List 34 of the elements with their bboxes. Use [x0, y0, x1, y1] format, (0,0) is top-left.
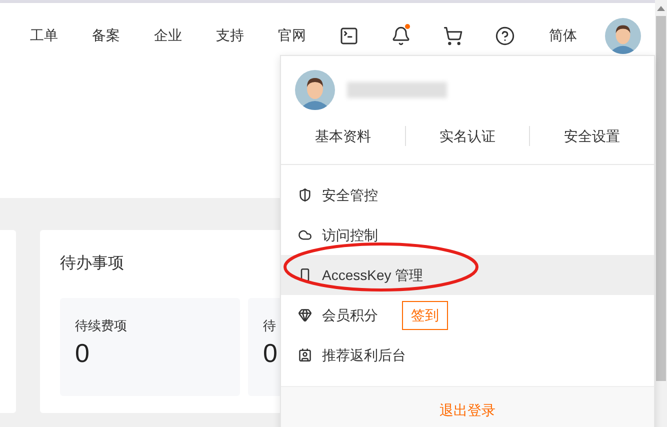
- menu-item[interactable]: AccessKey 管理: [281, 255, 654, 295]
- profile-tab[interactable]: 实名认证: [406, 126, 530, 146]
- menu-item-icon: [298, 228, 312, 242]
- menu-item-icon: [298, 348, 312, 362]
- menu-item-label: 安全管控: [322, 186, 378, 204]
- todo-tile[interactable]: 待续费项 0: [60, 298, 240, 396]
- profile-tab[interactable]: 基本资料: [281, 126, 405, 146]
- language-link[interactable]: 简体: [531, 25, 595, 46]
- card-title: 待办事项: [60, 254, 124, 274]
- tile-label: 待: [263, 317, 276, 335]
- scrollbar[interactable]: [655, 0, 667, 427]
- nav-link[interactable]: 官网: [261, 25, 323, 46]
- menu-item-icon: [298, 308, 312, 322]
- scroll-up-icon[interactable]: [657, 6, 665, 10]
- menu-item[interactable]: 推荐返利后台: [281, 335, 654, 375]
- tile-value: 0: [263, 340, 278, 366]
- nav-link[interactable]: 备案: [75, 25, 137, 46]
- avatar-icon[interactable]: [605, 18, 641, 54]
- menu-item-icon: [298, 268, 312, 282]
- profile-tab[interactable]: 安全设置: [530, 126, 654, 146]
- menu-item-label: AccessKey 管理: [322, 266, 424, 285]
- menu-item[interactable]: 会员积分 签到: [281, 295, 654, 335]
- menu-item-label: 推荐返利后台: [322, 346, 406, 364]
- menu-item[interactable]: 安全管控: [281, 175, 654, 215]
- tile-value: 0: [75, 340, 90, 366]
- menu-item[interactable]: 访问控制: [281, 215, 654, 255]
- menu-item-icon: [298, 188, 312, 202]
- avatar-icon[interactable]: [295, 70, 335, 110]
- nav-link[interactable]: 工单: [13, 25, 75, 46]
- tile-label: 待续费项: [75, 317, 127, 335]
- nav-link[interactable]: 企业: [137, 25, 199, 46]
- nav-link[interactable]: 支持: [199, 25, 261, 46]
- menu-item-label: 会员积分: [322, 306, 378, 324]
- menu-item-label: 访问控制: [322, 226, 378, 244]
